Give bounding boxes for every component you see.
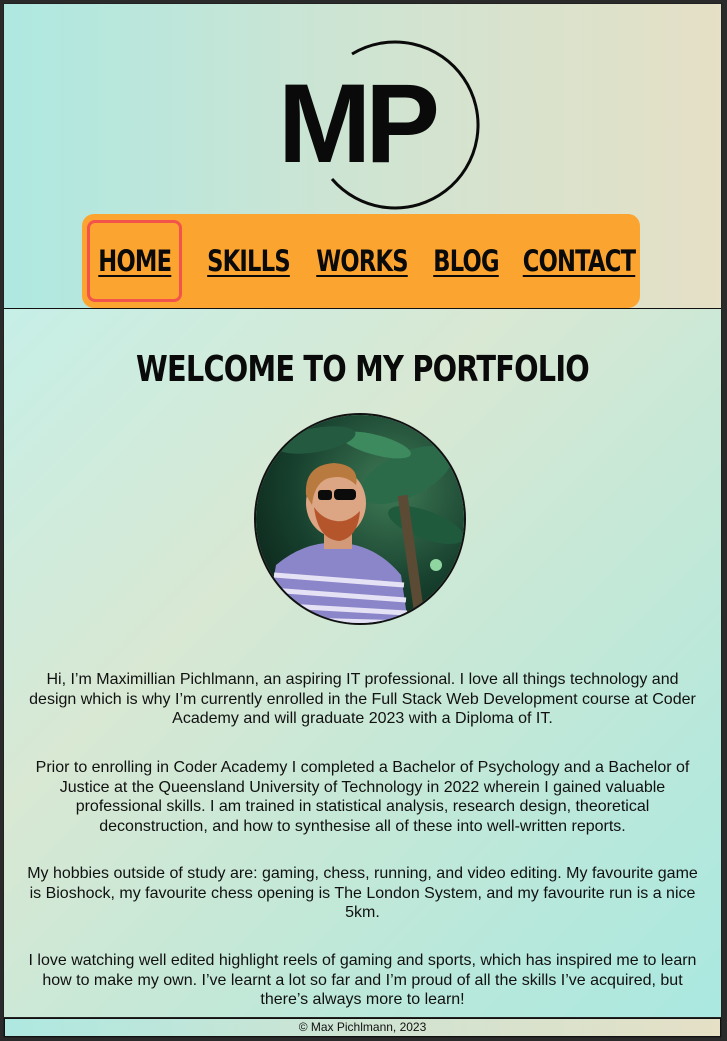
profile-photo xyxy=(256,415,464,623)
bio-paragraph-3: My hobbies outside of study are: gaming,… xyxy=(27,865,698,921)
logo[interactable]: MP xyxy=(274,34,484,210)
nav-skills[interactable]: SKILLS xyxy=(207,214,290,308)
page-title: WELCOME TO MY PORTFOLIO xyxy=(136,349,590,390)
nav-blog[interactable]: BLOG xyxy=(433,214,499,308)
main-nav: HOME SKILLS WORKS BLOG CONTACT xyxy=(82,214,640,308)
avatar xyxy=(254,413,466,625)
bio-paragraph-1: Hi, I’m Maximillian Pichlmann, an aspiri… xyxy=(29,671,696,727)
nav-home[interactable]: HOME xyxy=(87,220,182,302)
bio-paragraph-4: I love watching well edited highlight re… xyxy=(28,952,697,1008)
logo-icon: MP xyxy=(278,40,480,210)
site-footer: © Max Pichlmann, 2023 xyxy=(4,1018,721,1037)
nav-works[interactable]: WORKS xyxy=(316,214,408,308)
copyright-text: © Max Pichlmann, 2023 xyxy=(298,1020,427,1034)
nav-contact[interactable]: CONTACT xyxy=(523,214,636,308)
logo-text: MP xyxy=(278,61,436,186)
site-header: MP HOME SKILLS WORKS BLOG CONTACT xyxy=(4,4,721,309)
main-content: WELCOME TO MY PORTFOLIO Hi, I’m Maximill… xyxy=(4,309,721,1017)
bio-paragraph-2: Prior to enrolling in Coder Academy I co… xyxy=(35,759,690,835)
nav-home-label: HOME xyxy=(97,244,172,278)
